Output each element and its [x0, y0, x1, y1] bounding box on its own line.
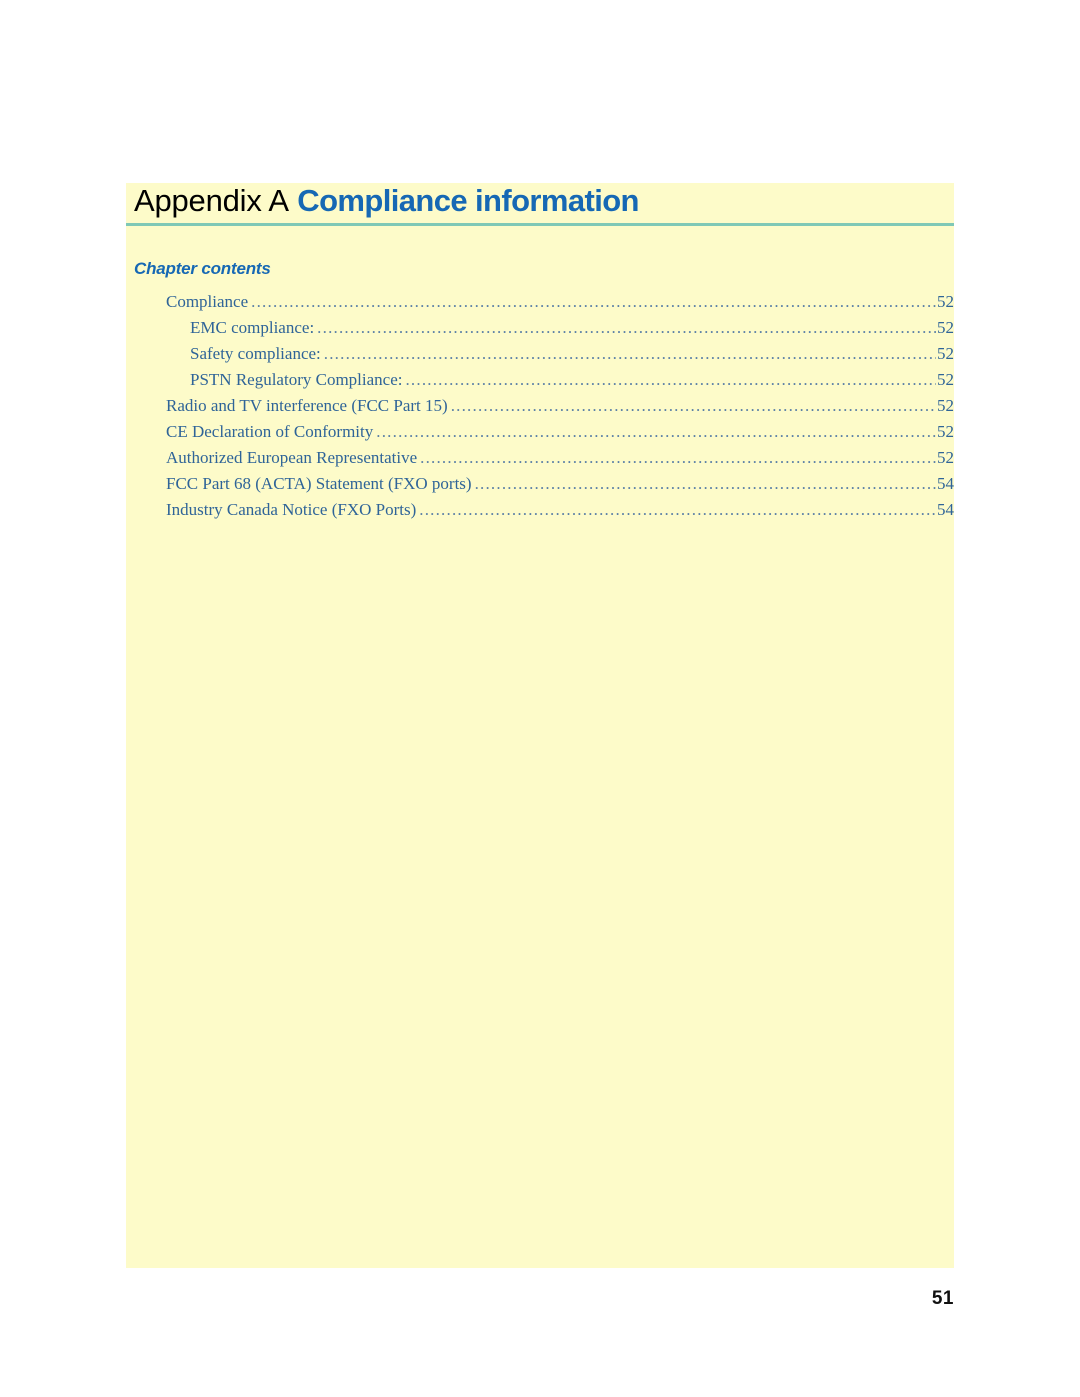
content-panel: Appendix A Compliance information Chapte…	[126, 183, 954, 1268]
toc-entry-page: 52	[937, 318, 954, 337]
toc-entry-label: Safety compliance:	[190, 344, 321, 363]
toc-dot-leader: ........................................…	[251, 292, 936, 311]
toc-entry[interactable]: PSTN Regulatory Compliance:.............…	[126, 370, 954, 396]
toc-entry-page: 52	[937, 370, 954, 389]
toc-dot-leader: ........................................…	[419, 500, 936, 519]
chapter-title: Appendix A Compliance information	[134, 181, 639, 221]
toc-entry-label: Radio and TV interference (FCC Part 15)	[166, 396, 448, 415]
toc-dot-leader: ........................................…	[474, 474, 936, 493]
chapter-title-block: Appendix A Compliance information	[126, 183, 954, 223]
toc-entry[interactable]: Compliance..............................…	[126, 292, 954, 318]
toc-entry-page: 52	[937, 396, 954, 415]
toc-entry-label: Authorized European Representative	[166, 448, 418, 467]
toc-entry-page: 52	[937, 292, 954, 311]
toc-dot-leader: ........................................…	[323, 344, 936, 363]
toc-entry[interactable]: Safety compliance:......................…	[126, 344, 954, 370]
toc-entry-label: FCC Part 68 (ACTA) Statement (FXO ports)	[166, 474, 472, 493]
toc-entry-label: Compliance	[166, 292, 249, 311]
toc-entry-page: 52	[937, 344, 954, 363]
page-number-folio: 51	[931, 1288, 954, 1309]
toc-dot-leader: ........................................…	[450, 396, 936, 415]
toc-entry[interactable]: CE Declaration of Conformity............…	[126, 422, 954, 448]
toc-entry[interactable]: Authorized European Representative......…	[126, 448, 954, 474]
table-of-contents: Compliance..............................…	[126, 292, 954, 526]
chapter-title-name: Compliance information	[297, 183, 639, 218]
toc-dot-leader: ........................................…	[405, 370, 936, 389]
toc-entry-page: 54	[937, 474, 954, 493]
toc-entry[interactable]: FCC Part 68 (ACTA) Statement (FXO ports)…	[126, 474, 954, 500]
title-divider-rule	[126, 223, 954, 226]
toc-entry-label: Industry Canada Notice (FXO Ports)	[166, 500, 417, 519]
toc-entry[interactable]: Radio and TV interference (FCC Part 15).…	[126, 396, 954, 422]
toc-entry[interactable]: EMC compliance:.........................…	[126, 318, 954, 344]
toc-entry-page: 54	[937, 500, 954, 519]
toc-dot-leader: ........................................…	[376, 422, 936, 441]
toc-entry-label: PSTN Regulatory Compliance:	[190, 370, 403, 389]
toc-dot-leader: ........................................…	[420, 448, 936, 467]
toc-dot-leader: ........................................…	[317, 318, 936, 337]
toc-entry-page: 52	[937, 448, 954, 467]
chapter-title-prefix: Appendix A	[134, 183, 289, 218]
toc-entry-label: CE Declaration of Conformity	[166, 422, 374, 441]
toc-entry-page: 52	[937, 422, 954, 441]
chapter-contents-heading: Chapter contents	[134, 259, 271, 278]
toc-entry-label: EMC compliance:	[190, 318, 315, 337]
toc-entry[interactable]: Industry Canada Notice (FXO Ports)......…	[126, 500, 954, 526]
